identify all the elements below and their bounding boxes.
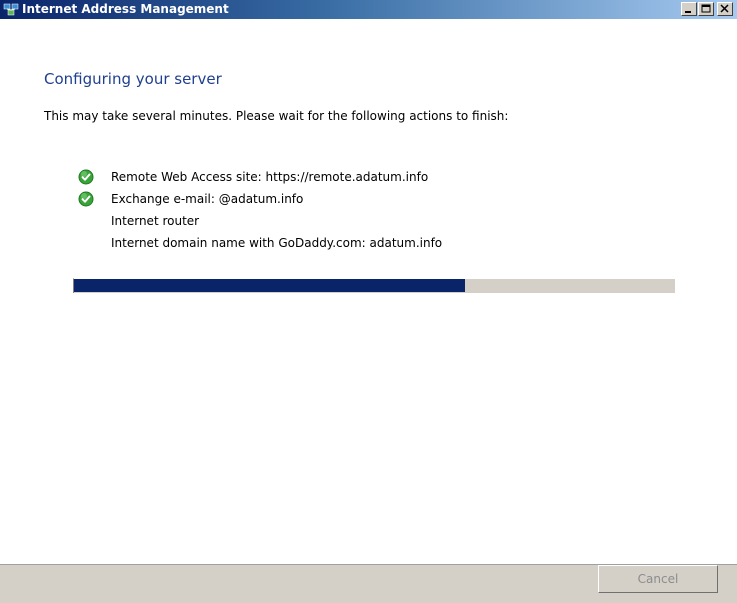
close-button[interactable] xyxy=(717,2,733,16)
task-item-remote-web-access: Remote Web Access site: https://remote.a… xyxy=(78,167,678,189)
window-title: Internet Address Management xyxy=(22,2,229,16)
task-label: Remote Web Access site: https://remote.a… xyxy=(111,170,429,184)
wizard-content: Configuring your server This may take se… xyxy=(0,19,737,564)
wizard-window: Internet Address Management Configuring … xyxy=(0,0,737,603)
task-item-domain-name: Internet domain name with GoDaddy.com: a… xyxy=(78,233,678,255)
check-complete-icon xyxy=(78,169,94,185)
task-label: Internet domain name with GoDaddy.com: a… xyxy=(111,236,443,250)
task-label: Exchange e-mail: @adatum.info xyxy=(111,192,304,206)
task-item-exchange-email: Exchange e-mail: @adatum.info xyxy=(78,189,678,211)
page-title: Configuring your server xyxy=(44,70,222,88)
close-icon xyxy=(720,4,729,13)
minimize-icon xyxy=(685,11,691,13)
maximize-icon xyxy=(701,4,711,13)
cancel-button[interactable]: Cancel xyxy=(598,565,718,593)
task-label: Internet router xyxy=(111,214,200,228)
minimize-button[interactable] xyxy=(681,2,697,16)
task-item-internet-router: Internet router xyxy=(78,211,678,233)
network-icon xyxy=(3,1,19,17)
title-bar[interactable]: Internet Address Management xyxy=(0,0,737,19)
progress-bar xyxy=(73,278,675,293)
check-complete-icon xyxy=(78,191,94,207)
page-subtitle: This may take several minutes. Please wa… xyxy=(44,109,509,123)
progress-bar-fill xyxy=(74,279,465,292)
wizard-footer: Cancel xyxy=(0,564,737,603)
maximize-button[interactable] xyxy=(698,2,714,16)
